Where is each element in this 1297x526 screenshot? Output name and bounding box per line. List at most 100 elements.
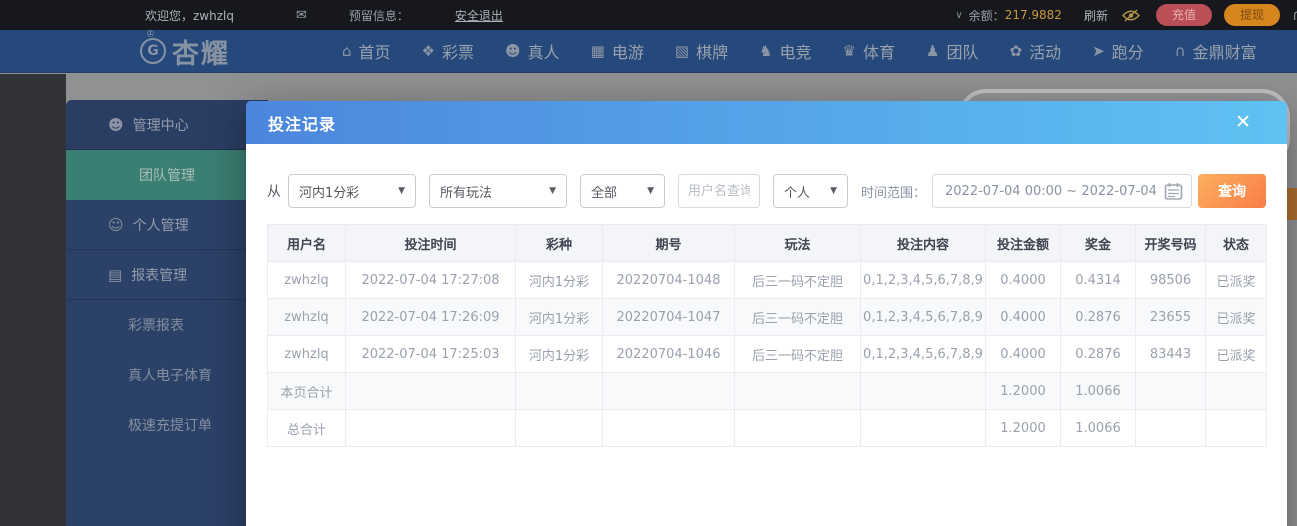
table-cell: 0,1,2,3,4,5,6,7,8,9	[860, 335, 986, 373]
sidebar-item-live-electronic-sports[interactable]: 真人电子体育	[66, 350, 268, 400]
document-icon: ▤	[108, 265, 123, 284]
table-cell: 0.4314	[1060, 261, 1136, 299]
nav-label: 彩票	[442, 43, 475, 62]
lottery-select[interactable]: 河内1分彩 ▼	[288, 174, 416, 208]
chevron-down-icon[interactable]: ∨	[955, 10, 962, 21]
table-cell: 0.4000	[985, 335, 1061, 373]
reserved-info-label: 预留信息：	[348, 8, 409, 23]
support-headset-icon[interactable]: ∩	[1292, 6, 1297, 24]
crown-icon: ♔	[146, 29, 155, 40]
person-select[interactable]: 个人 ▼	[773, 174, 848, 208]
table-cell: 0.2876	[1060, 335, 1136, 373]
sidebar-item-report-management[interactable]: ▤ 报表管理	[66, 250, 268, 300]
col-header-play: 玩法	[734, 224, 861, 262]
nav-item-live[interactable]: ☻ 真人	[505, 39, 560, 63]
search-button[interactable]: 查询	[1198, 174, 1266, 208]
col-header-issue: 期号	[602, 224, 735, 262]
select-arrow-icon: ▼	[549, 186, 556, 196]
table-cell: 83443	[1135, 335, 1206, 373]
table-cell	[515, 409, 603, 447]
username-search-input[interactable]	[678, 174, 760, 208]
status-cell: 已派奖	[1205, 261, 1267, 299]
floating-tab-fragment[interactable]	[1286, 188, 1297, 220]
table-cell: 1.2000	[985, 409, 1061, 447]
col-header-bet-amount: 投注金额	[985, 224, 1061, 262]
trophy-icon: ♛	[842, 42, 856, 60]
table-row: zwhzlq 2022-07-04 17:25:03 河内1分彩 2022070…	[267, 335, 1267, 373]
grand-total-row: 总合计 1.2000 1.0066	[267, 409, 1267, 447]
col-header-bet-time: 投注时间	[345, 224, 516, 262]
table-cell: 1.2000	[985, 372, 1061, 410]
table-cell: zwhzlq	[267, 335, 346, 373]
refresh-link[interactable]: 刷新	[1084, 7, 1108, 24]
sidebar-item-fast-deposit-withdraw-orders[interactable]: 极速充提订单	[66, 400, 268, 450]
gamepad-icon: ♞	[759, 42, 773, 60]
time-range-input[interactable]	[945, 183, 1159, 199]
topbar-right-group: ∨ 余额： 217.9882 刷新 充值 提现 ∩	[955, 4, 1297, 26]
nav-item-egames[interactable]: ▦ 电游	[591, 39, 644, 63]
home-icon: ⌂	[342, 42, 352, 60]
main-nav: ♔ G 杏耀 ⌂ 首页 ❖ 彩票 ☻ 真人 ▦ 电游 ▧ 棋牌 ♞ 电竞 ♛ 体育 ♟ 团队 ✿ 活…	[0, 29, 1297, 73]
sidebar-item-management-center[interactable]: ☻ 管理中心	[66, 100, 268, 150]
modal-body: 从 河内1分彩 ▼ 所有玩法 ▼ 全部 ▼ 个人 ▼ 时间范围： 查询	[246, 144, 1287, 447]
table-cell: 本页合计	[267, 372, 346, 410]
table-cell: 2022-07-04 17:27:08	[345, 261, 516, 299]
calendar-icon[interactable]	[1164, 182, 1183, 201]
nav-item-paofen[interactable]: ➤ 跑分	[1092, 39, 1144, 63]
nav-label: 跑分	[1111, 43, 1144, 62]
table-cell: 98506	[1135, 261, 1206, 299]
table-cell: 后三一码不定胆	[734, 335, 861, 373]
sidebar-item-label: 真人电子体育	[128, 368, 212, 384]
nav-item-jinding-wealth[interactable]: ∩ 金鼎财富	[1175, 39, 1257, 63]
modal-header: 投注记录 ✕	[246, 101, 1287, 144]
table-cell: 总合计	[267, 409, 346, 447]
select-arrow-icon: ▼	[398, 186, 405, 196]
nav-item-sports[interactable]: ♛ 体育	[843, 39, 895, 63]
table-cell: 0.2876	[1060, 298, 1136, 336]
nav-label: 活动	[1029, 43, 1062, 62]
table-cell: 2022-07-04 17:26:09	[345, 298, 516, 336]
table-cell	[1205, 409, 1267, 447]
page-total-row: 本页合计 1.2000 1.0066	[267, 372, 1267, 410]
logout-link[interactable]: 安全退出	[455, 7, 503, 24]
table-cell: 1.0066	[1060, 409, 1136, 447]
brand-logo[interactable]: ♔ G 杏耀	[140, 29, 230, 71]
nav-item-activities[interactable]: ✿ 活动	[1009, 39, 1061, 63]
nav-item-home[interactable]: ⌂ 首页	[342, 39, 391, 63]
gift-icon: ✿	[1009, 42, 1023, 60]
mail-icon[interactable]: ✉	[296, 8, 307, 23]
nav-item-boardgames[interactable]: ▧ 棋牌	[675, 39, 728, 63]
person-icon: ☻	[505, 42, 521, 60]
select-arrow-icon: ▼	[830, 186, 837, 196]
table-row: zwhzlq 2022-07-04 17:27:08 河内1分彩 2022070…	[267, 261, 1267, 299]
eye-slash-icon[interactable]	[1122, 8, 1140, 22]
sidebar: ☻ 管理中心 团队管理 ☺ 个人管理 ▤ 报表管理 彩票报表 真人电子体育 极速充提订…	[66, 100, 268, 526]
headset-icon: ∩	[1174, 42, 1186, 60]
sidebar-item-team-management[interactable]: 团队管理	[66, 150, 268, 200]
nav-item-esports[interactable]: ♞ 电竞	[759, 39, 811, 63]
nav-label: 金鼎财富	[1192, 43, 1257, 62]
select-arrow-icon: ▼	[647, 186, 654, 196]
nav-item-lottery[interactable]: ❖ 彩票	[422, 39, 474, 63]
sidebar-item-personal-management[interactable]: ☺ 个人管理	[66, 200, 268, 250]
col-header-lottery: 彩种	[515, 224, 603, 262]
table-cell	[515, 372, 603, 410]
sidebar-item-label: 团队管理	[139, 168, 195, 184]
scope-select[interactable]: 全部 ▼	[580, 174, 665, 208]
recharge-button[interactable]: 充值	[1155, 4, 1212, 26]
sidebar-item-lottery-report[interactable]: 彩票报表	[66, 300, 268, 350]
table-cell	[1205, 372, 1267, 410]
time-range-field	[932, 174, 1193, 208]
play-type-select[interactable]: 所有玩法 ▼	[429, 174, 567, 208]
table-cell: 0,1,2,3,4,5,6,7,8,9	[860, 298, 986, 336]
select-value: 所有玩法	[440, 185, 493, 201]
nav-items: ⌂ 首页 ❖ 彩票 ☻ 真人 ▦ 电游 ▧ 棋牌 ♞ 电竞 ♛ 体育 ♟ 团队 ✿ 活动 ➤ 跑分 …	[342, 39, 1288, 63]
col-header-prize: 奖金	[1060, 224, 1136, 262]
table-cell	[860, 409, 986, 447]
nav-item-team[interactable]: ♟ 团队	[926, 39, 978, 63]
time-range-label: 时间范围：	[861, 185, 927, 201]
close-icon[interactable]: ✕	[1235, 113, 1251, 132]
team-icon: ♟	[926, 42, 940, 60]
select-value: 全部	[591, 185, 618, 201]
withdraw-button[interactable]: 提现	[1223, 4, 1280, 26]
